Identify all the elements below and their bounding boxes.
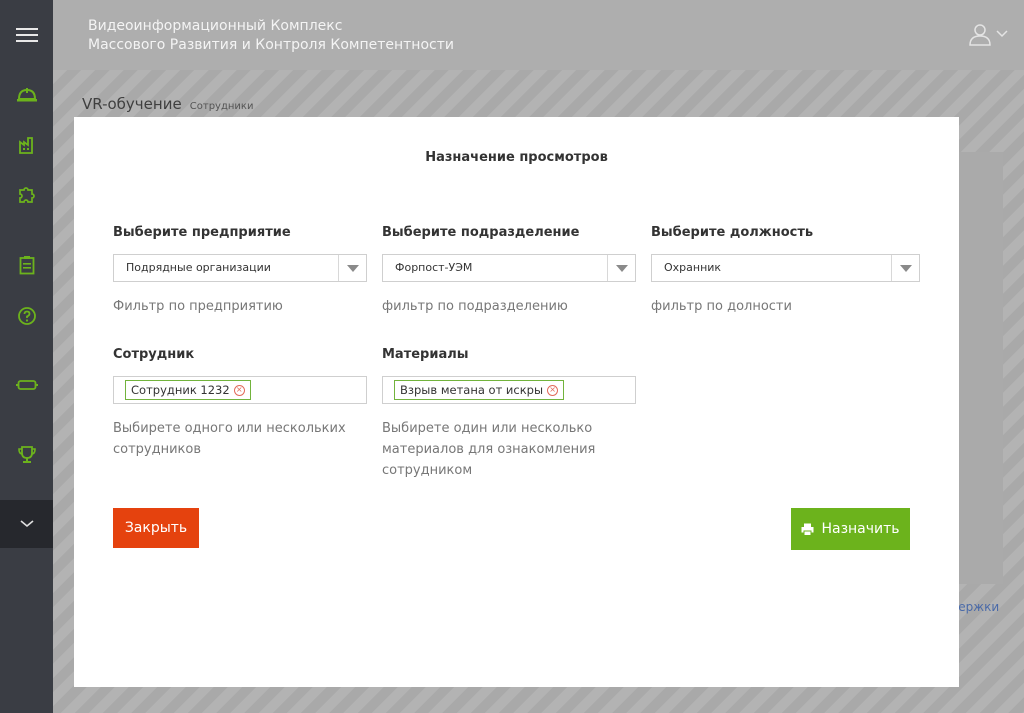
position-field: Выберите должность Охранник фильтр по до… (651, 225, 920, 317)
assign-views-modal: Назначение просмотров Выберите предприят… (74, 117, 959, 687)
employee-tag: Сотрудник 1232 × (125, 380, 251, 400)
sidebar-item-reports[interactable] (0, 247, 53, 283)
department-help: фильтр по подразделению (382, 299, 568, 314)
materials-help: Выбирете один или несколько материалов д… (382, 418, 636, 481)
app-title-line1: Видеоинформационный Комплекс (88, 18, 343, 34)
caret-down-icon (899, 264, 912, 272)
caret-down-icon (615, 264, 628, 272)
puzzle-icon (18, 187, 35, 203)
enterprise-select-value: Подрядные организации (126, 261, 271, 274)
breadcrumb: VR-обучение Сотрудники (82, 94, 253, 113)
assign-button-label: Назначить (821, 521, 900, 537)
department-select[interactable]: Форпост-УЭМ (382, 254, 636, 282)
help-icon (17, 307, 36, 325)
breadcrumb-sub: Сотрудники (189, 101, 254, 112)
printer-icon (801, 523, 814, 536)
materials-label: Материалы (382, 347, 469, 362)
enterprise-dropdown-toggle[interactable] (338, 255, 366, 281)
employee-help-line2: сотрудников (113, 442, 202, 457)
employee-help-line1: Выбирете одного или нескольких (113, 421, 346, 436)
enterprise-help: Фильтр по предприятию (113, 299, 283, 314)
user-icon (969, 24, 991, 46)
department-dropdown-toggle[interactable] (607, 255, 635, 281)
materials-help-line2: материалов для ознакомления (382, 442, 596, 457)
factory-icon (18, 137, 33, 154)
sidebar-item-help[interactable] (0, 298, 53, 334)
sidebar-item-training[interactable] (0, 77, 53, 113)
sidebar-collapse-button[interactable] (0, 500, 53, 548)
position-select[interactable]: Охранник (651, 254, 920, 282)
remove-tag-icon[interactable]: × (547, 384, 559, 396)
employee-tag-label: Сотрудник 1232 (131, 383, 230, 397)
trophy-icon (17, 446, 36, 463)
menu-button[interactable] (0, 17, 53, 53)
helmet-icon (16, 88, 37, 102)
sidebar-item-achievements[interactable] (0, 437, 53, 473)
position-dropdown-toggle[interactable] (891, 255, 919, 281)
materials-tags-input[interactable]: Взрыв метана от искры × (382, 376, 636, 404)
user-menu[interactable] (968, 22, 1008, 46)
employee-field: Сотрудник Сотрудник 1232 × Выбирете одно… (113, 347, 367, 460)
materials-help-line1: Выбирете один или несколько (382, 421, 593, 436)
remove-tag-icon[interactable]: × (233, 384, 245, 396)
department-select-value: Форпост-УЭМ (395, 261, 473, 274)
sidebar-item-modules[interactable] (0, 177, 53, 213)
department-label: Выберите подразделение (382, 225, 580, 240)
app-header: Видеоинформационный Комплекс Массового Р… (53, 0, 1024, 70)
position-label: Выберите должность (651, 225, 814, 240)
vr-headset-icon (15, 380, 38, 390)
materials-field: Материалы Взрыв метана от искры × Выбире… (382, 347, 636, 481)
position-select-value: Охранник (664, 261, 722, 274)
menu-icon (15, 28, 38, 42)
modal-title: Назначение просмотров (425, 150, 608, 165)
app-title-line2: Массового Развития и Контроля Компетентн… (88, 37, 454, 53)
app-title: Видеоинформационный Комплекс Массового Р… (88, 17, 454, 55)
clipboard-icon (19, 256, 34, 275)
chevron-down-icon (19, 520, 34, 528)
enterprise-field: Выберите предприятие Подрядные организац… (113, 225, 367, 317)
materials-tag-label: Взрыв метана от искры (400, 383, 544, 397)
caret-down-icon (346, 264, 359, 272)
employee-help: Выбирете одного или нескольких сотрудник… (113, 418, 367, 460)
department-field: Выберите подразделение Форпост-УЭМ фильт… (382, 225, 636, 317)
materials-help-line3: сотрудником (382, 463, 473, 478)
position-help: фильтр по долности (651, 299, 792, 314)
enterprise-select[interactable]: Подрядные организации (113, 254, 367, 282)
assign-button[interactable]: Назначить (791, 508, 910, 550)
enterprise-label: Выберите предприятие (113, 225, 291, 240)
chevron-down-icon (996, 30, 1008, 38)
sidebar (0, 0, 53, 713)
sidebar-item-vr[interactable] (0, 367, 53, 403)
close-button[interactable]: Закрыть (113, 508, 199, 548)
employee-tags-input[interactable]: Сотрудник 1232 × (113, 376, 367, 404)
employee-label: Сотрудник (113, 347, 195, 362)
materials-tag: Взрыв метана от искры × (394, 380, 565, 400)
breadcrumb-main: VR-обучение (82, 95, 182, 113)
sidebar-item-enterprise[interactable] (0, 127, 53, 163)
